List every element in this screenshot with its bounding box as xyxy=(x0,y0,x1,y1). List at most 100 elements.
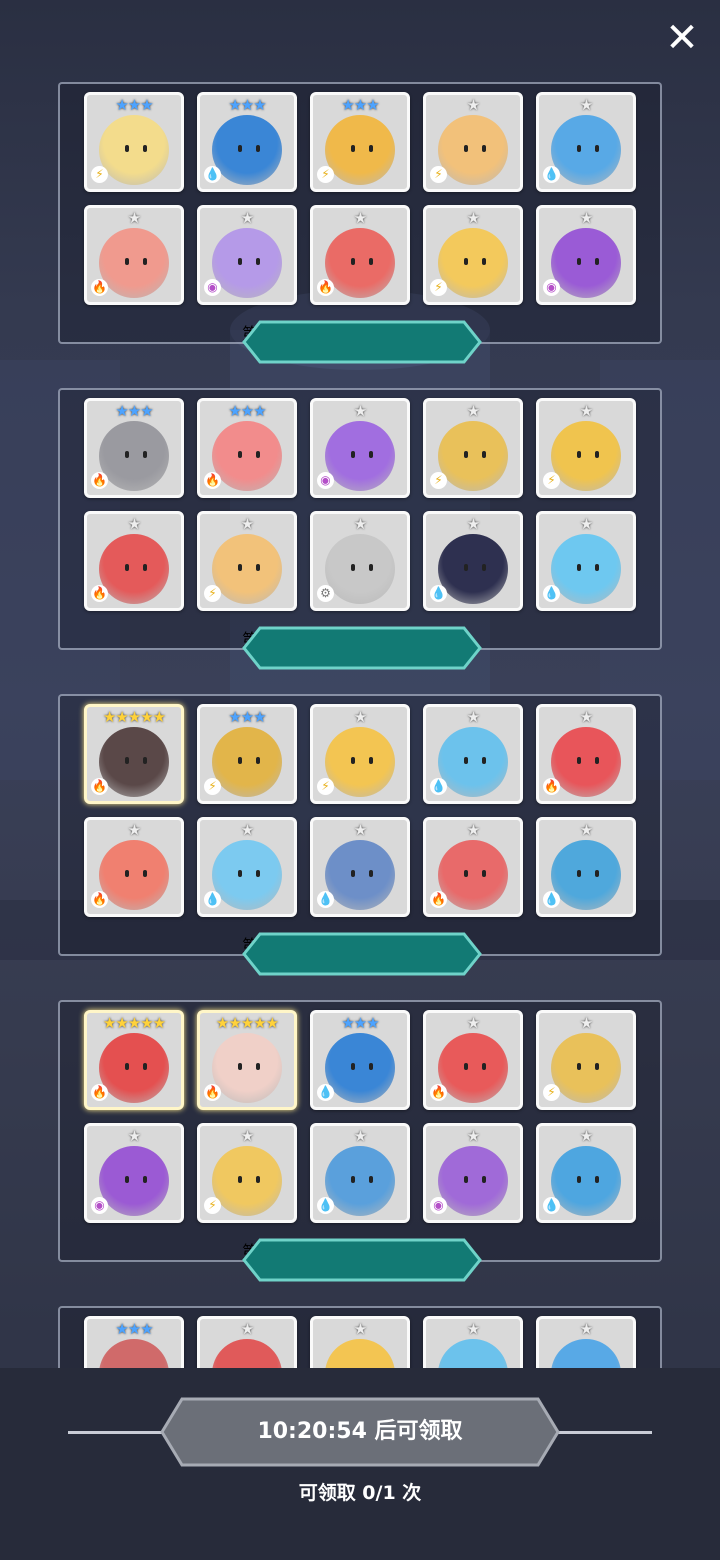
hero-face xyxy=(234,757,264,767)
star-rating: ★★★ xyxy=(115,402,153,420)
divider-left xyxy=(68,1431,168,1434)
star-rating: ★ xyxy=(466,402,480,420)
water-element-icon: 💧 xyxy=(543,891,560,908)
fire-element-icon: 🔥 xyxy=(91,472,108,489)
hero-card[interactable]: ★★★ ⚡ xyxy=(84,92,184,192)
water-element-icon: 💧 xyxy=(430,778,447,795)
star-rating: ★★★ xyxy=(115,1320,153,1338)
star-rating: ★ xyxy=(466,821,480,839)
lightning-element-icon: ⚡ xyxy=(91,166,108,183)
hero-card[interactable]: ★💧 xyxy=(310,1123,410,1223)
hero-card[interactable]: ★💧 xyxy=(536,817,636,917)
star-rating: ★ xyxy=(579,1320,593,1338)
lightning-element-icon: ⚡ xyxy=(204,585,221,602)
hero-card[interactable]: ★💧 xyxy=(536,92,636,192)
lightning-element-icon: ⚡ xyxy=(430,279,447,296)
hero-card[interactable]: ★★★ 💧 xyxy=(197,92,297,192)
hero-card[interactable]: ★🔥 xyxy=(423,1010,523,1110)
hero-face xyxy=(573,870,603,880)
hero-grid: ★★★★★ 🔥 ★★★ ⚡ ★ ⚡ ★ 💧 ★ 🔥 ★ 🔥 ★ 💧 ★ 💧 ★ 🔥 ★ 💧 xyxy=(84,704,636,917)
hero-group: ★★★🔥★★★🔥★◉★⚡★⚡★🔥★⚡★⚙★💧★💧第 2 组 xyxy=(58,388,662,670)
star-rating: ★ xyxy=(579,515,593,533)
water-element-icon: 💧 xyxy=(204,891,221,908)
hero-card[interactable]: ★⚡ xyxy=(197,511,297,611)
star-rating: ★★★ xyxy=(228,402,266,420)
hero-portrait xyxy=(99,1339,169,1368)
hero-card[interactable]: ★ ◉ xyxy=(423,1123,523,1223)
hero-card[interactable]: ★⚡ xyxy=(423,205,523,305)
dark-element-icon: ◉ xyxy=(204,279,221,296)
star-rating: ★ xyxy=(579,96,593,114)
hero-card[interactable]: ★💧 xyxy=(197,817,297,917)
hero-portrait xyxy=(325,1339,395,1368)
fire-element-icon: 🔥 xyxy=(91,279,108,296)
star-rating: ★ xyxy=(579,821,593,839)
close-icon[interactable]: ✕ xyxy=(662,18,702,58)
star-rating: ★ xyxy=(579,209,593,227)
star-rating: ★ xyxy=(240,209,254,227)
star-rating: ★ xyxy=(353,708,367,726)
fire-element-icon: 🔥 xyxy=(91,1084,108,1101)
hero-card[interactable]: ★ ◉ xyxy=(310,398,410,498)
claim-button[interactable]: 10:20:54 后可领取 xyxy=(160,1397,560,1467)
hero-card[interactable]: ★ ◉ xyxy=(197,205,297,305)
hero-card[interactable]: ★⚡ xyxy=(423,398,523,498)
star-rating: ★ xyxy=(353,515,367,533)
hero-face xyxy=(234,258,264,268)
hero-face xyxy=(234,1063,264,1073)
star-rating: ★ xyxy=(127,1127,141,1145)
hero-card[interactable]: ★⚡ xyxy=(536,1010,636,1110)
hero-card[interactable]: ★★★🔥 xyxy=(197,398,297,498)
hero-card[interactable]: ★★★ 💧 xyxy=(310,1010,410,1110)
fire-element-icon: 🔥 xyxy=(430,1084,447,1101)
hero-card[interactable]: ★💧 xyxy=(310,817,410,917)
hero-card[interactable]: ★🔥 xyxy=(536,704,636,804)
hero-card[interactable]: ★💧 xyxy=(423,704,523,804)
hero-card[interactable]: ★💧 xyxy=(536,1123,636,1223)
star-rating: ★★★ xyxy=(341,96,379,114)
hero-card[interactable]: ★💧 xyxy=(536,1316,636,1368)
hero-card[interactable]: ★★★ ⚡ xyxy=(197,704,297,804)
hero-card[interactable]: ★⚡ xyxy=(197,1123,297,1223)
water-element-icon: 💧 xyxy=(543,585,560,602)
hero-card[interactable]: ★★★ 🔥 xyxy=(84,398,184,498)
hero-card[interactable]: ★💧 xyxy=(536,511,636,611)
hero-card[interactable]: ★💧 xyxy=(423,1316,523,1368)
group-list[interactable]: ★★★⚡★★★💧★★★⚡★⚡★💧★🔥★◉★🔥★⚡★◉第 1 组★★★🔥★★★🔥★… xyxy=(0,70,720,1368)
hero-card[interactable]: ★★★★★ 🔥 xyxy=(197,1010,297,1110)
hero-card[interactable]: ★⚡ xyxy=(310,704,410,804)
lightning-element-icon: ⚡ xyxy=(543,1084,560,1101)
hero-card[interactable]: ★ ◉ xyxy=(84,1123,184,1223)
group-label: 第 4 组 xyxy=(242,1238,482,1282)
hero-card[interactable]: ★ ⚙ xyxy=(310,511,410,611)
hero-face xyxy=(460,145,490,155)
hero-card[interactable]: ★★★ ⚡ xyxy=(310,92,410,192)
dark-element-icon: ◉ xyxy=(317,472,334,489)
lightning-element-icon: ⚡ xyxy=(430,472,447,489)
hero-face xyxy=(573,1063,603,1073)
hero-card[interactable]: ★🔥 xyxy=(197,1316,297,1368)
hero-face xyxy=(460,1176,490,1186)
hero-card[interactable]: ★🔥 xyxy=(84,511,184,611)
star-rating: ★ xyxy=(127,821,141,839)
hero-card[interactable]: ★★★★★ 🔥 xyxy=(84,1010,184,1110)
hero-card[interactable]: ★🔥 xyxy=(84,205,184,305)
hero-face xyxy=(573,258,603,268)
hero-card[interactable]: ★🔥 xyxy=(84,817,184,917)
hero-face xyxy=(234,870,264,880)
hero-card[interactable]: ★⚡ xyxy=(536,398,636,498)
hero-card[interactable]: ★🔥 xyxy=(423,817,523,917)
hero-card[interactable]: ★⚡ xyxy=(310,1316,410,1368)
hero-card[interactable]: ★⚡ xyxy=(423,92,523,192)
fire-element-icon: 🔥 xyxy=(91,778,108,795)
lightning-element-icon: ⚡ xyxy=(543,472,560,489)
hero-card[interactable]: ★★★🔥 xyxy=(84,1316,184,1368)
hero-card[interactable]: ★🔥 xyxy=(310,205,410,305)
gear-element-icon: ⚙ xyxy=(317,585,334,602)
hero-card[interactable]: ★★★★★ 🔥 xyxy=(84,704,184,804)
hero-card[interactable]: ★ ◉ xyxy=(536,205,636,305)
lightning-element-icon: ⚡ xyxy=(317,166,334,183)
hero-face xyxy=(347,564,377,574)
hero-card[interactable]: ★💧 xyxy=(423,511,523,611)
fire-element-icon: 🔥 xyxy=(91,891,108,908)
